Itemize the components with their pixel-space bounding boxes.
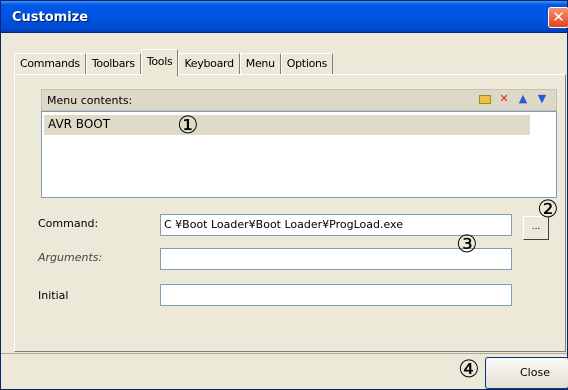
folder-icon[interactable]: [479, 95, 491, 104]
initial-label: Initial: [38, 289, 69, 302]
tab-commands[interactable]: Commands: [14, 53, 86, 75]
command-label: Command:: [38, 217, 99, 230]
menu-contents-list[interactable]: AVR BOOT: [41, 111, 557, 198]
menu-contents-header: Menu contents: ✕ ▲ ▼: [41, 89, 557, 111]
callout-3: ③: [456, 230, 478, 258]
callout-4: ④: [458, 355, 480, 383]
tab-tools[interactable]: Tools: [140, 49, 179, 76]
move-down-icon[interactable]: ▼: [536, 93, 548, 105]
callout-1: ①: [177, 111, 199, 139]
list-item[interactable]: AVR BOOT: [44, 115, 530, 135]
close-button[interactable]: Close: [485, 357, 568, 389]
tab-menu[interactable]: Menu: [239, 53, 281, 75]
tab-options[interactable]: Options: [280, 53, 334, 75]
close-window-button[interactable]: ✕: [548, 7, 568, 28]
dialog-title: Customize: [12, 10, 89, 25]
move-up-icon[interactable]: ▲: [517, 93, 529, 105]
tab-keyboard[interactable]: Keyboard: [178, 53, 240, 75]
tab-strip: Commands Toolbars Tools Keyboard Menu Op…: [14, 47, 334, 76]
close-icon: ✕: [552, 8, 565, 26]
close-button-label: Close: [520, 366, 550, 379]
callout-2: ②: [537, 195, 559, 223]
menu-contents-label: Menu contents:: [47, 94, 133, 107]
footer-divider: [1, 353, 567, 354]
tab-toolbars[interactable]: Toolbars: [85, 53, 141, 75]
delete-icon[interactable]: ✕: [498, 93, 510, 105]
menu-toolbar: ✕ ▲ ▼: [479, 93, 548, 105]
initial-input[interactable]: [160, 284, 512, 306]
title-bar: Customize: [1, 1, 567, 33]
arguments-label: Arguments:: [38, 251, 103, 264]
customize-dialog: Customize ✕ Commands Toolbars Tools Keyb…: [0, 0, 568, 390]
